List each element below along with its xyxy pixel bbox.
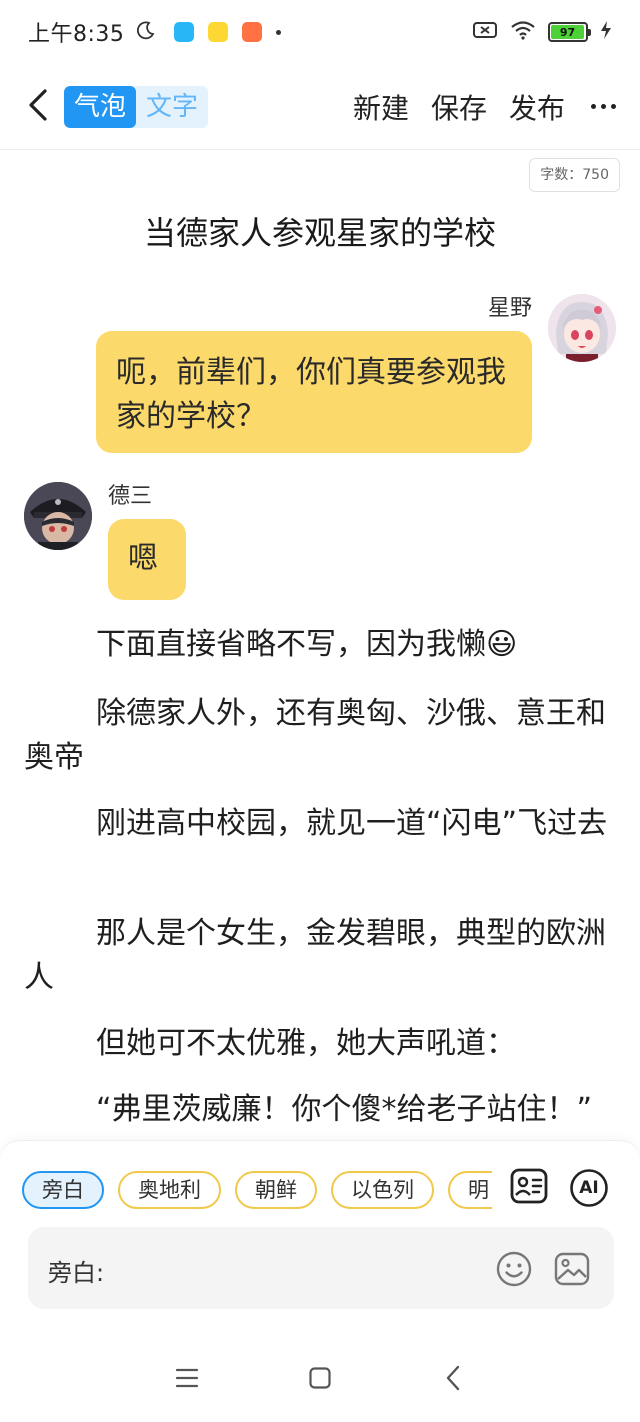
input-role-label: 旁白: (48, 1259, 105, 1287)
mode-text-button[interactable]: 文字 (136, 86, 208, 128)
wifi-icon (510, 20, 536, 44)
speaker-name: 星野 (487, 296, 532, 321)
browser-app-icon (174, 22, 195, 42)
contact-card-icon (509, 1166, 549, 1210)
narration-paragraph[interactable]: “弗里茨威廉！你个傻*给老子站住！” (24, 1088, 624, 1132)
editor-header: 气泡 文字 新建 保存 发布 (0, 64, 640, 150)
publish-button[interactable]: 发布 (509, 87, 565, 127)
charging-icon (600, 20, 612, 44)
narration-paragraph[interactable]: 下面直接省略不写，因为我懒😃 (24, 623, 614, 667)
square-icon (308, 1366, 332, 1394)
role-manager-button[interactable] (508, 1167, 550, 1209)
new-button[interactable]: 新建 (353, 87, 409, 127)
back-button[interactable] (20, 85, 56, 129)
ai-button[interactable]: AI (568, 1167, 610, 1209)
composer-panel: 旁白 奥地利 朝鲜 以色列 明 AI 旁白: (0, 1140, 640, 1338)
more-icon[interactable] (587, 104, 620, 109)
avatar[interactable] (24, 482, 92, 550)
status-time: 上午8:35 (28, 22, 125, 47)
status-right: 97 (472, 20, 612, 44)
status-left: 上午8:35 (28, 16, 282, 48)
document-title[interactable]: 当德家人参观星家的学校 (0, 208, 640, 254)
message-bubble[interactable]: 呃，前辈们，你们真要参观我家的学校？ (96, 331, 532, 453)
battery-percent: 97 (559, 25, 576, 39)
word-count-badge: 字数：750 (529, 158, 620, 192)
save-button[interactable]: 保存 (431, 87, 487, 127)
message-input-box: 旁白: (28, 1227, 614, 1309)
image-icon[interactable] (552, 1249, 592, 1289)
battery-indicator: 97 (548, 22, 591, 42)
emoji-icon[interactable] (494, 1249, 534, 1289)
avatar[interactable] (548, 294, 616, 362)
role-chip-narration[interactable]: 旁白 (22, 1171, 104, 1209)
nav-home-button[interactable] (300, 1360, 340, 1400)
header-actions: 新建 保存 发布 (353, 87, 620, 127)
more-notifications-dot (276, 29, 282, 35)
ai-label: AI (579, 1178, 599, 1198)
battery-fill: 97 (551, 25, 584, 39)
game-app-icon (242, 22, 263, 42)
nav-back-button[interactable] (433, 1360, 473, 1400)
role-chip-ming[interactable]: 明 (448, 1171, 492, 1209)
chevron-left-icon (27, 88, 49, 126)
menu-icon (175, 1367, 199, 1393)
chat-app-icon (208, 22, 229, 42)
status-bar: 上午8:35 97 (0, 0, 640, 64)
message-bubble[interactable]: 嗯 (108, 519, 186, 600)
role-chip-korea[interactable]: 朝鲜 (235, 1171, 317, 1209)
role-chip-austria[interactable]: 奥地利 (118, 1171, 221, 1209)
mode-bubble-button[interactable]: 气泡 (64, 85, 137, 128)
narration-paragraph[interactable]: 刚进高中校园，就见一道“闪电”飞过去 (24, 802, 614, 846)
role-chip-israel[interactable]: 以色列 (331, 1171, 434, 1209)
narration-paragraph[interactable]: 除德家人外，还有奥匈、沙俄、意王和奥帝 (24, 692, 614, 780)
narration-paragraph[interactable]: 但她可不太优雅，她大声吼道： (24, 1022, 614, 1066)
mode-toggle: 气泡 文字 (64, 85, 209, 128)
speaker-name: 德三 (108, 484, 153, 509)
nav-menu-button[interactable] (167, 1360, 207, 1400)
narration-paragraph[interactable]: 那人是个女生，金发碧眼，典型的欧洲人 (24, 912, 614, 1000)
message-input[interactable] (120, 1247, 480, 1287)
moon-icon (136, 20, 156, 44)
role-chips: 旁白 奥地利 朝鲜 以色列 明 (22, 1171, 492, 1209)
system-nav-bar (0, 1338, 640, 1422)
chevron-left-icon (445, 1365, 461, 1395)
no-sim-icon (472, 20, 498, 44)
